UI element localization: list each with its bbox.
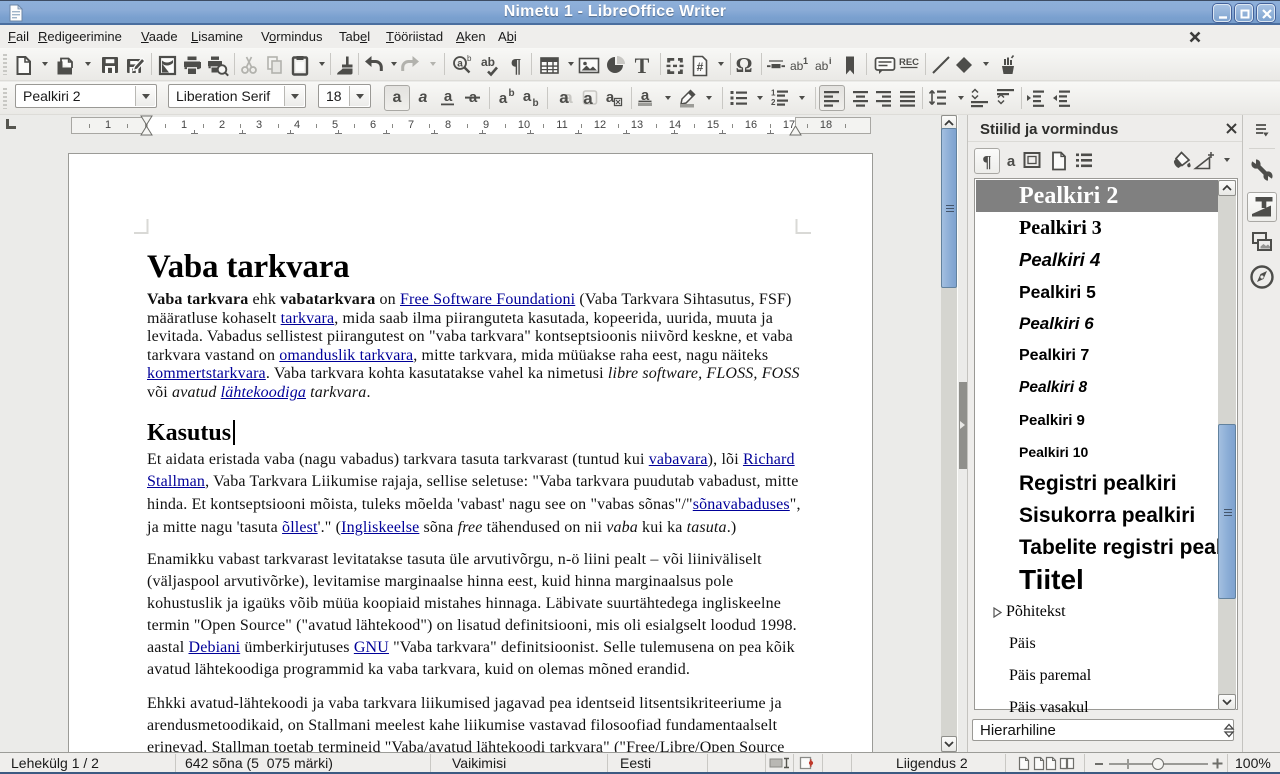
svg-text:i: i bbox=[829, 56, 832, 66]
svg-text:ab: ab bbox=[790, 59, 804, 73]
svg-text:ab: ab bbox=[815, 59, 829, 73]
svg-text:a: a bbox=[393, 89, 402, 106]
svg-text:ab: ab bbox=[481, 55, 495, 69]
svg-text:a: a bbox=[583, 89, 593, 108]
svg-text:a: a bbox=[419, 89, 428, 106]
svg-text:b: b bbox=[533, 98, 539, 109]
svg-text:1: 1 bbox=[803, 56, 808, 66]
svg-text:a: a bbox=[457, 59, 463, 70]
svg-text:2: 2 bbox=[771, 98, 776, 107]
svg-text:REC: REC bbox=[899, 57, 919, 68]
svg-text:a: a bbox=[606, 89, 615, 106]
svg-text:a: a bbox=[559, 88, 569, 107]
svg-text:¶: ¶ bbox=[511, 55, 522, 77]
svg-text:T: T bbox=[635, 54, 650, 78]
svg-text:a: a bbox=[444, 88, 453, 105]
svg-text:b: b bbox=[509, 88, 515, 99]
svg-text:a: a bbox=[1007, 153, 1016, 170]
svg-text:a: a bbox=[499, 90, 508, 107]
svg-text:¶: ¶ bbox=[982, 152, 991, 171]
svg-text:1: 1 bbox=[771, 89, 776, 98]
svg-text:Ω: Ω bbox=[736, 54, 753, 77]
svg-text:#: # bbox=[697, 60, 704, 74]
svg-text:a: a bbox=[523, 88, 532, 105]
svg-text:b: b bbox=[467, 54, 472, 63]
